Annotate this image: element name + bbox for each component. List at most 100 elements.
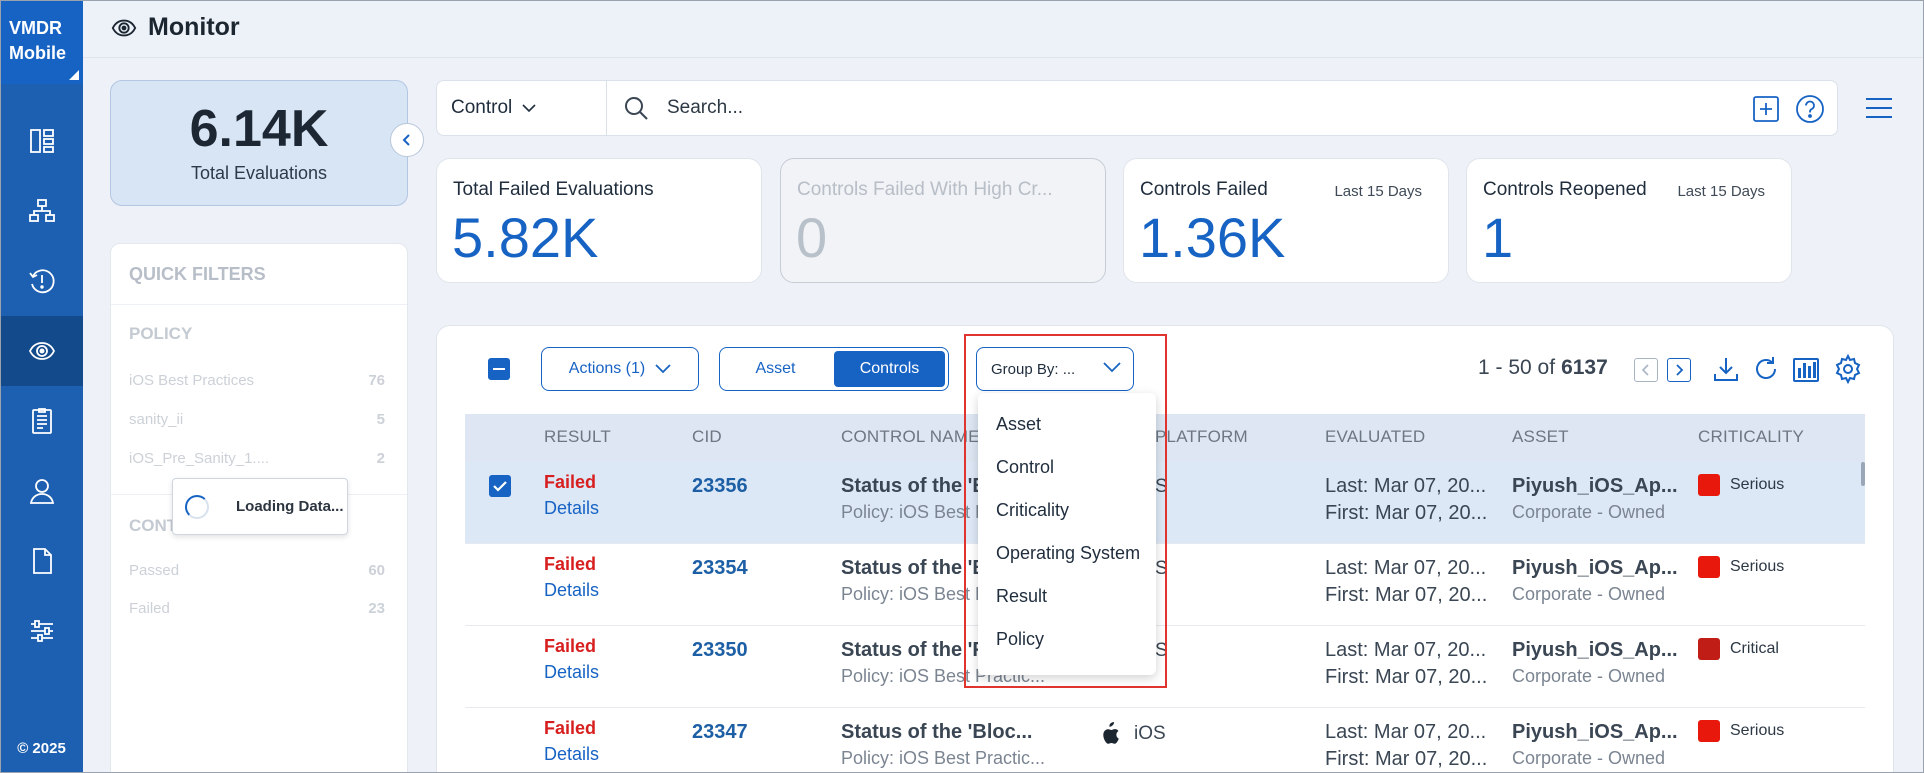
toggle-asset[interactable]: Asset	[720, 348, 831, 390]
first-evaluated: First: Mar 07, 20...	[1325, 502, 1488, 524]
asset-ownership: Corporate - Owned	[1512, 502, 1666, 522]
criticality-label: Serious	[1730, 722, 1785, 739]
nav-documents[interactable]	[0, 526, 83, 596]
platform-label: iOS	[1134, 723, 1166, 744]
group-by-option-operating-system[interactable]: Operating System	[978, 532, 1156, 575]
cid-link[interactable]: 23356	[692, 475, 748, 498]
stat-label: Controls Failed	[1140, 179, 1268, 200]
select-all-checkbox[interactable]	[488, 358, 510, 380]
previous-page-button[interactable]	[1634, 358, 1658, 382]
filter-item[interactable]: sanity_ii 5	[129, 411, 385, 428]
column-header-asset[interactable]: ASSET	[1512, 427, 1569, 447]
table-row[interactable]: Failed Details 23350 Status of the 'F Po…	[465, 626, 1865, 708]
stat-card-controls-reopened[interactable]: Controls Reopened Last 15 Days 1	[1466, 158, 1792, 283]
asset-ownership: Corporate - Owned	[1512, 748, 1666, 768]
platform-label: S	[1155, 558, 1168, 579]
table-scrollbar[interactable]	[1861, 462, 1865, 486]
asset-name[interactable]: Piyush_iOS_Ap...	[1512, 557, 1678, 580]
stat-label: Total Failed Evaluations	[453, 179, 654, 200]
asset-ownership: Corporate - Owned	[1512, 584, 1666, 604]
report-icon	[31, 408, 52, 434]
gear-icon[interactable]	[1833, 354, 1863, 384]
platform-label: S	[1155, 640, 1168, 661]
chevron-down-icon	[1103, 362, 1121, 373]
group-by-select[interactable]: Group By: ...	[976, 347, 1134, 391]
filter-item[interactable]: iOS_Pre_Sanity_1.... 2	[129, 450, 385, 467]
search-type-select[interactable]: Control	[437, 81, 607, 135]
stat-label: Controls Failed With High Cr...	[797, 179, 1053, 200]
column-header-evaluated[interactable]: EVALUATED	[1325, 427, 1425, 447]
cid-link[interactable]: 23350	[692, 639, 748, 662]
group-by-option-control[interactable]: Control	[978, 446, 1156, 489]
toggle-controls[interactable]: Controls	[834, 351, 945, 387]
asset-name[interactable]: Piyush_iOS_Ap...	[1512, 475, 1678, 498]
table-row[interactable]: Failed Details 23347 Status of the 'Bloc…	[465, 708, 1865, 773]
group-by-option-criticality[interactable]: Criticality	[978, 489, 1156, 532]
column-header-platform[interactable]: PLATFORM	[1155, 427, 1248, 447]
next-page-button[interactable]	[1667, 358, 1691, 382]
download-icon[interactable]	[1711, 354, 1741, 384]
group-by-option-asset[interactable]: Asset	[978, 403, 1156, 446]
nav-vulnerability[interactable]	[0, 246, 83, 316]
page-title: Monitor	[148, 13, 240, 41]
document-icon	[32, 548, 52, 574]
last-evaluated: Last: Mar 07, 20...	[1325, 475, 1487, 497]
column-header-cid[interactable]: CID	[692, 427, 722, 447]
platform: S	[1155, 558, 1168, 580]
chevron-down-icon	[655, 364, 671, 374]
criticality: Serious	[1698, 720, 1784, 742]
cid-link[interactable]: 23354	[692, 557, 748, 580]
chart-view-icon[interactable]	[1791, 354, 1821, 384]
asset-name[interactable]: Piyush_iOS_Ap...	[1512, 639, 1678, 662]
result-status: Failed	[544, 472, 597, 492]
details-link[interactable]: Details	[544, 662, 599, 683]
filter-item[interactable]: Failed 23	[129, 600, 385, 617]
table-row[interactable]: Failed Details 23356 Status of the 'E Po…	[465, 462, 1865, 544]
inventory-icon	[28, 199, 55, 222]
nav-reports[interactable]	[0, 386, 83, 456]
nav-monitor[interactable]	[0, 316, 83, 386]
column-header-result[interactable]: RESULT	[544, 427, 611, 447]
stat-card-high-criticality: Controls Failed With High Cr... 0	[780, 158, 1106, 283]
platform: S	[1155, 640, 1168, 662]
actions-button[interactable]: Actions (1)	[541, 347, 699, 391]
hamburger-menu-icon[interactable]	[1864, 96, 1894, 120]
criticality-indicator	[1698, 720, 1720, 742]
product-brand[interactable]: VMDR Mobile	[0, 0, 83, 84]
nav-users[interactable]	[0, 456, 83, 526]
column-header-control-name[interactable]: CONTROL NAME	[841, 427, 980, 447]
nav-configuration[interactable]	[0, 596, 83, 666]
help-icon[interactable]	[1795, 94, 1825, 124]
chevron-down-icon	[522, 103, 536, 112]
criticality-label: Serious	[1730, 476, 1785, 493]
filter-item[interactable]: iOS Best Practices 76	[129, 372, 385, 389]
asset-name[interactable]: Piyush_iOS_Ap...	[1512, 721, 1678, 744]
filter-item[interactable]: Passed 60	[129, 562, 385, 579]
details-link[interactable]: Details	[544, 744, 599, 765]
details-link[interactable]: Details	[544, 580, 599, 601]
search-input[interactable]	[667, 91, 1667, 125]
group-by-option-result[interactable]: Result	[978, 575, 1156, 618]
collapse-panel-button[interactable]	[390, 123, 424, 157]
table-row[interactable]: Failed Details 23354 Status of the 'E Po…	[465, 544, 1865, 626]
add-icon[interactable]	[1752, 95, 1780, 123]
stat-card-total-failed[interactable]: Total Failed Evaluations 5.82K	[436, 158, 762, 283]
group-by-option-policy[interactable]: Policy	[978, 618, 1156, 661]
nav-inventory[interactable]	[0, 176, 83, 246]
stat-card-controls-failed[interactable]: Controls Failed Last 15 Days 1.36K	[1123, 158, 1449, 283]
filter-count: 60	[368, 562, 385, 579]
policy-name: Policy: iOS Best P	[841, 502, 988, 522]
filter-label: sanity_ii	[129, 411, 184, 428]
details-link[interactable]: Details	[544, 498, 599, 519]
vulnerability-icon	[28, 269, 55, 294]
filter-label: Passed	[129, 562, 180, 579]
control-name: Status of the 'Bloc...	[841, 721, 1033, 743]
policy-section-title: POLICY	[129, 324, 193, 343]
cid-link[interactable]: 23347	[692, 721, 748, 744]
refresh-icon[interactable]	[1751, 354, 1781, 384]
loading-text: Loading Data...	[236, 498, 344, 515]
row-checkbox[interactable]	[489, 475, 511, 497]
nav-dashboard[interactable]	[0, 106, 83, 176]
filter-label: iOS_Pre_Sanity_1....	[129, 450, 270, 467]
column-header-criticality[interactable]: CRITICALITY	[1698, 427, 1804, 447]
